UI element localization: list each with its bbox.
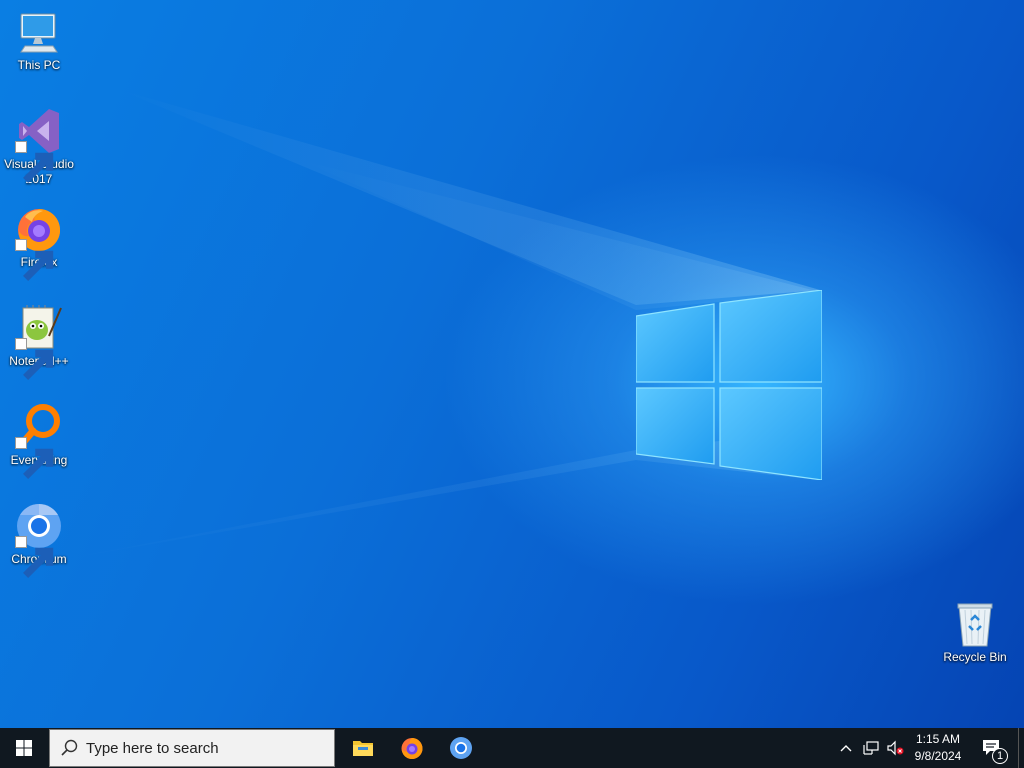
show-desktop-button[interactable] xyxy=(1018,728,1024,768)
desktop-icon-label: Recycle Bin xyxy=(943,650,1007,664)
windows-start-icon xyxy=(16,740,32,756)
notepad-plus-plus-icon xyxy=(15,304,63,380)
taskbar-app-firefox[interactable] xyxy=(388,728,436,768)
network-icon xyxy=(863,741,879,755)
this-pc-icon xyxy=(15,8,63,56)
taskbar-app-chromium[interactable] xyxy=(437,728,485,768)
desktop-icon-recycle-bin[interactable]: Recycle Bin xyxy=(937,600,1013,665)
chevron-up-icon xyxy=(840,745,852,752)
visual-studio-icon xyxy=(15,107,63,183)
search-input[interactable] xyxy=(86,739,306,757)
file-explorer-icon xyxy=(353,741,373,756)
everything-icon xyxy=(15,403,63,479)
shortcut-arrow-icon xyxy=(15,536,54,578)
desktop-icon-firefox[interactable]: Firefox xyxy=(1,205,77,281)
windows-logo-wallpaper xyxy=(636,290,822,480)
shortcut-arrow-icon xyxy=(15,239,54,281)
search-icon xyxy=(61,739,78,756)
desktop: This PC Visual Studio 2017 Firefox Notep… xyxy=(0,0,1024,728)
clock-date: 9/8/2024 xyxy=(914,749,962,763)
network-tray-button[interactable] xyxy=(860,728,882,768)
taskbar-app-file-explorer[interactable] xyxy=(339,728,387,768)
desktop-icon-everything[interactable]: Everything xyxy=(1,403,77,479)
firefox-icon xyxy=(15,205,63,281)
desktop-icon-this-pc[interactable]: This PC xyxy=(1,8,77,73)
desktop-icon-notepad-plus-plus[interactable]: Notepad++ xyxy=(1,304,77,380)
firefox-icon xyxy=(401,738,423,759)
show-hidden-icons-button[interactable] xyxy=(836,728,856,768)
clock-time: 1:15 AM xyxy=(915,732,961,746)
wallpaper-light-beams xyxy=(60,90,820,560)
desktop-icon-chromium[interactable]: Chromium xyxy=(1,502,77,578)
shortcut-arrow-icon xyxy=(15,338,54,380)
recycle-bin-icon xyxy=(951,600,999,648)
action-center-button[interactable]: 1 xyxy=(976,728,1010,768)
desktop-icon-label: This PC xyxy=(17,58,61,72)
chromium-icon xyxy=(450,737,472,759)
volume-muted-icon xyxy=(887,740,904,756)
shortcut-arrow-icon xyxy=(15,141,54,183)
notification-count-badge: 1 xyxy=(992,748,1008,764)
volume-tray-button[interactable] xyxy=(884,728,906,768)
taskbar-search-box[interactable] xyxy=(49,729,335,767)
taskbar-clock[interactable]: 1:15 AM 9/8/2024 xyxy=(906,731,970,765)
chromium-icon xyxy=(15,502,63,578)
start-button[interactable] xyxy=(0,728,48,768)
desktop-icon-visual-studio[interactable]: Visual Studio 2017 xyxy=(1,107,77,187)
taskbar: 1:15 AM 9/8/2024 1 xyxy=(0,728,1024,768)
shortcut-arrow-icon xyxy=(15,437,54,479)
